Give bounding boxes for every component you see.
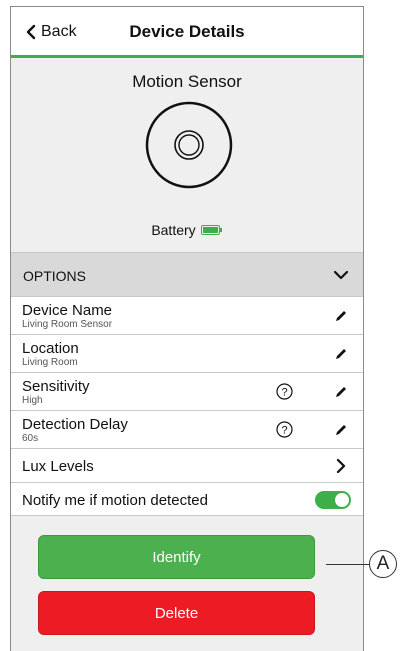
option-value: Living Room Sensor	[22, 319, 113, 330]
option-row-location[interactable]: Location Living Room	[11, 334, 363, 372]
device-name: Motion Sensor	[132, 72, 242, 91]
app-header: Back Device Details	[11, 7, 363, 58]
delete-button[interactable]: Delete	[38, 591, 315, 635]
option-label: Sensitivity	[22, 378, 90, 395]
edit-icon[interactable]	[334, 347, 348, 361]
option-row-lux-levels[interactable]: Lux Levels	[11, 448, 363, 482]
option-row-notify-motion: Notify me if motion detected	[11, 482, 363, 516]
motion-sensor-icon	[145, 101, 233, 189]
chevron-down-icon	[333, 270, 349, 280]
notify-toggle[interactable]	[315, 491, 351, 509]
chevron-right-icon	[336, 459, 346, 473]
page-title: Device Details	[129, 22, 245, 41]
option-label: Detection Delay	[22, 416, 128, 433]
help-icon[interactable]: ?	[276, 421, 293, 438]
option-label: Notify me if motion detected	[22, 492, 208, 509]
option-row-detection-delay[interactable]: Detection Delay 60s ?	[11, 410, 363, 448]
options-section-header[interactable]: OPTIONS	[11, 252, 363, 296]
battery-label: Battery	[151, 222, 196, 238]
identify-button[interactable]: Identify	[38, 535, 315, 579]
option-value: High	[22, 395, 43, 406]
option-row-sensitivity[interactable]: Sensitivity High ?	[11, 372, 363, 410]
toggle-knob	[335, 493, 349, 507]
edit-icon[interactable]	[334, 423, 348, 437]
edit-icon[interactable]	[334, 385, 348, 399]
option-value: 60s	[22, 433, 39, 444]
option-row-device-name[interactable]: Device Name Living Room Sensor	[11, 296, 363, 334]
help-icon[interactable]: ?	[276, 383, 293, 400]
battery-full-icon	[200, 225, 222, 235]
option-value: Living Room	[22, 357, 78, 368]
options-list: Device Name Living Room Sensor Location …	[11, 296, 363, 516]
svg-text:?: ?	[281, 387, 287, 399]
svg-text:?: ?	[281, 425, 287, 437]
options-title: OPTIONS	[23, 268, 87, 284]
callout-marker: A	[369, 550, 397, 578]
edit-icon[interactable]	[334, 309, 348, 323]
option-label: Device Name	[22, 302, 113, 319]
option-label: Lux Levels	[22, 458, 94, 475]
battery-status: Battery	[11, 222, 363, 238]
callout-leader-line	[326, 564, 369, 565]
device-summary: Motion Sensor Battery	[11, 58, 363, 258]
option-label: Location	[22, 340, 79, 357]
